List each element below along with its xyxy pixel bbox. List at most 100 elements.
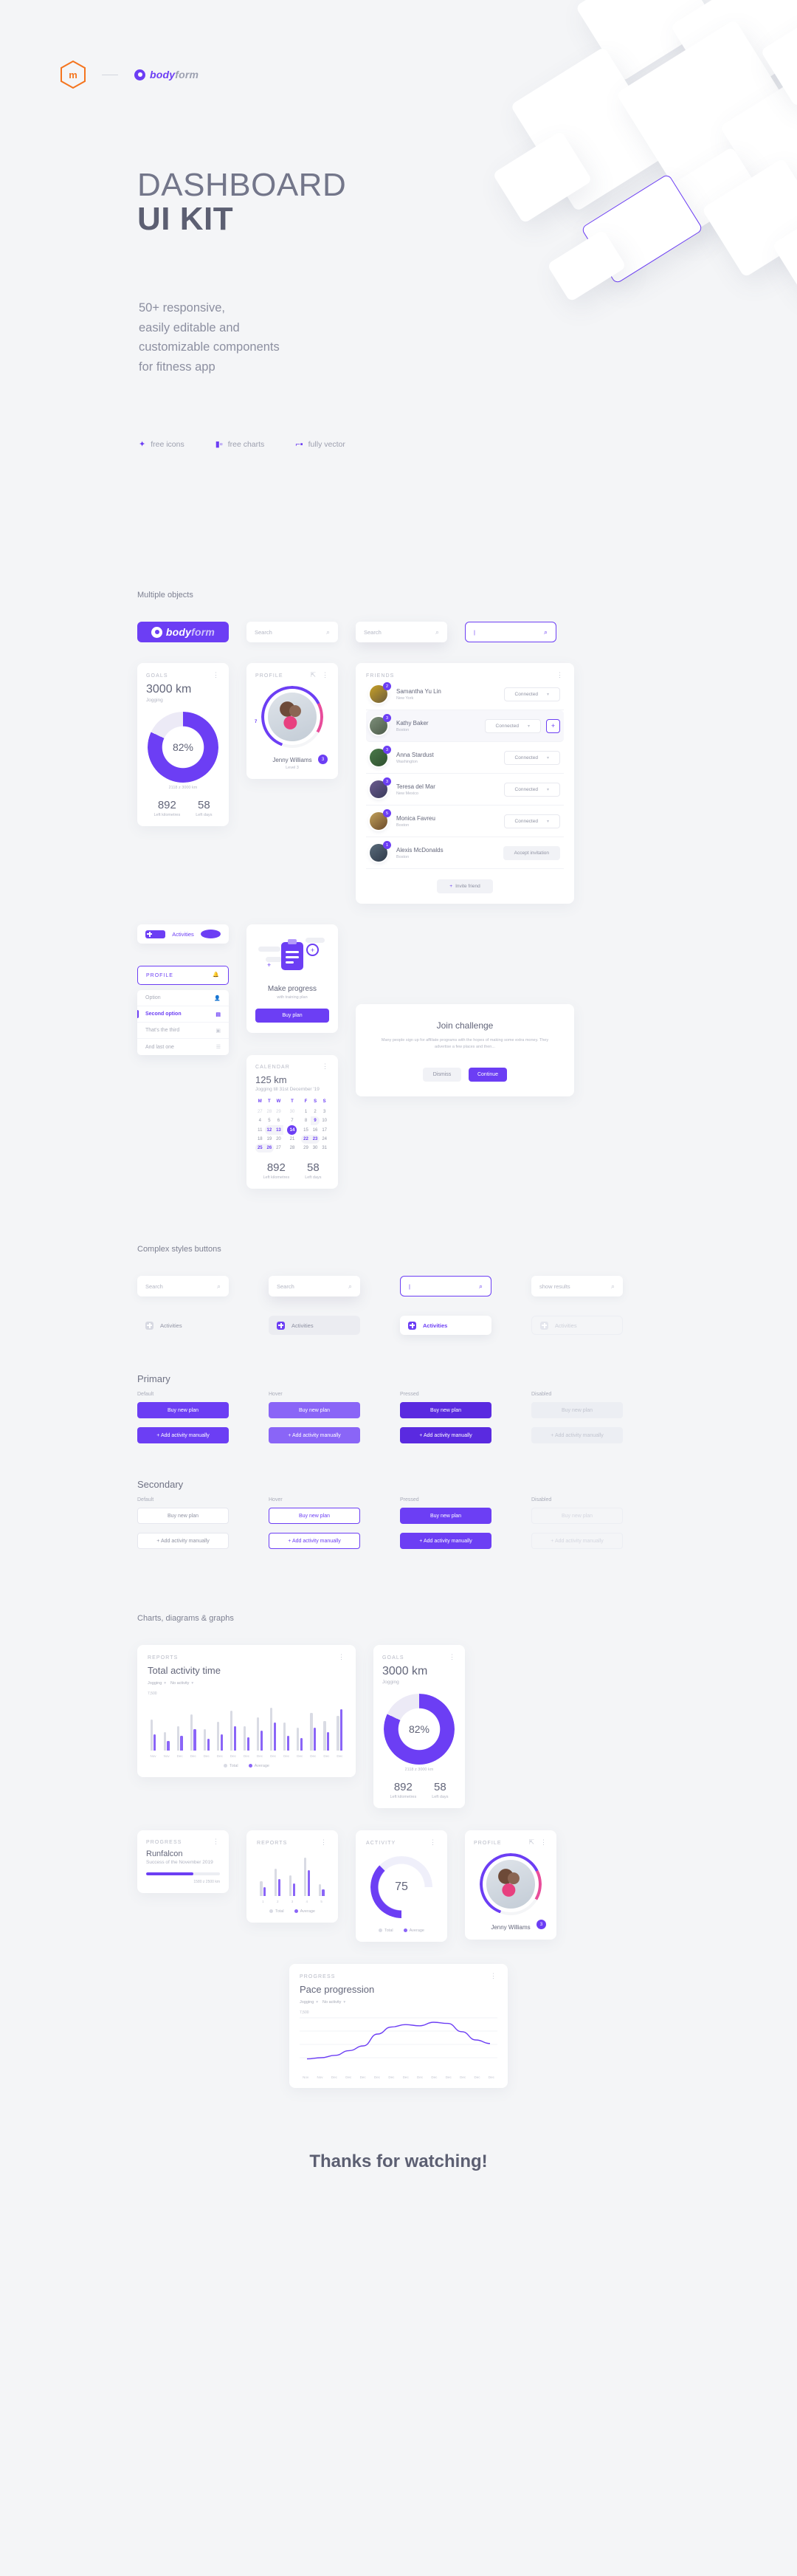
- calendar-day[interactable]: 31: [320, 1144, 329, 1153]
- table-row[interactable]: 1 Alexis McDonalds Boston Accept invitation: [366, 837, 564, 869]
- more-options-icon[interactable]: ⋮: [213, 672, 220, 679]
- calendar-day[interactable]: 9: [310, 1116, 320, 1125]
- calendar-day[interactable]: 2: [311, 1107, 320, 1116]
- search-input-hover[interactable]: Search ⌕: [269, 1276, 360, 1296]
- more-options-icon[interactable]: ⋮: [338, 1654, 345, 1660]
- add-activity-button-default[interactable]: + Add activity manually: [137, 1427, 229, 1443]
- calendar-day[interactable]: 3: [320, 1107, 329, 1116]
- chip-no-activity[interactable]: No activity ▾: [170, 1681, 193, 1686]
- menu-item[interactable]: And last one ☰: [137, 1039, 229, 1055]
- more-options-icon[interactable]: ⋮: [322, 672, 329, 679]
- invite-friend-button[interactable]: + Invite friend: [437, 879, 493, 893]
- calendar-day[interactable]: 26: [264, 1144, 275, 1153]
- buy-plan-button-pressed[interactable]: Buy new plan: [400, 1402, 491, 1418]
- more-options-icon[interactable]: ⋮: [320, 1839, 328, 1846]
- calendar-day[interactable]: 23: [310, 1135, 320, 1144]
- search-input-default[interactable]: Search ⌕: [246, 622, 338, 642]
- calendar-grid[interactable]: M T W T F S S 27 28 29 30 1 2 3 4 5 6 7 8 9 10 11 12 13 14 15 16 17…: [255, 1099, 329, 1153]
- calendar-day[interactable]: 11: [255, 1125, 265, 1135]
- calendar-day[interactable]: 15: [301, 1125, 311, 1135]
- search-input-focused[interactable]: | ⌕: [465, 622, 556, 642]
- menu-item[interactable]: Option 👤: [137, 990, 229, 1006]
- calendar-day[interactable]: 29: [301, 1144, 311, 1153]
- add-activity-button-pressed[interactable]: + Add activity manually: [400, 1427, 491, 1443]
- bell-icon[interactable]: 🔔: [213, 972, 220, 978]
- buy-plan-button-default[interactable]: Buy new plan: [137, 1402, 229, 1418]
- add-activity-secondary-hover[interactable]: + Add activity manually: [269, 1533, 360, 1549]
- add-activity-secondary-default[interactable]: + Add activity manually: [137, 1533, 229, 1549]
- table-row[interactable]: 5 Monica Favreu Boston Connected ▾: [366, 806, 564, 837]
- search-input-disabled[interactable]: show results ⌕: [531, 1276, 623, 1296]
- calendar-day[interactable]: 27: [255, 1107, 265, 1116]
- accept-invitation-button[interactable]: Accept invitation: [503, 845, 560, 860]
- calendar-day[interactable]: 30: [311, 1144, 320, 1153]
- table-row[interactable]: 2 Samantha Yu Lin New York Connected ▾: [366, 679, 564, 710]
- chart-filter-chips[interactable]: Jogging ▾ No activity ▾: [300, 2000, 497, 2005]
- calendar-day[interactable]: 12: [264, 1125, 275, 1135]
- calendar-day[interactable]: 20: [274, 1135, 283, 1144]
- calendar-day[interactable]: 21: [283, 1135, 301, 1144]
- more-options-icon[interactable]: ⋮: [322, 1063, 329, 1070]
- buy-plan-secondary-hover[interactable]: Buy new plan: [269, 1508, 360, 1524]
- calendar-day[interactable]: 7: [283, 1116, 301, 1125]
- calendar-day[interactable]: 14: [283, 1125, 301, 1135]
- calendar-day[interactable]: 29: [274, 1107, 283, 1116]
- chart-filter-chips[interactable]: Jogging ▾ No activity ▾: [148, 1681, 345, 1686]
- chip-jogging[interactable]: Jogging ▾: [300, 2000, 318, 2005]
- dropdown-trigger[interactable]: PROFILE 🔔: [137, 966, 229, 985]
- more-options-icon[interactable]: ⋮: [490, 1973, 497, 1979]
- buy-plan-secondary-pressed[interactable]: Buy new plan: [400, 1508, 491, 1524]
- chip-jogging[interactable]: Jogging ▾: [148, 1681, 166, 1686]
- calendar-day[interactable]: 28: [283, 1144, 301, 1153]
- more-options-icon[interactable]: ⋮: [449, 1654, 456, 1660]
- calendar-day[interactable]: 19: [265, 1135, 275, 1144]
- expand-icon[interactable]: ⇱: [528, 1839, 535, 1846]
- more-options-icon[interactable]: ⋮: [556, 672, 564, 679]
- expand-icon[interactable]: ⇱: [310, 672, 317, 679]
- calendar-day[interactable]: 18: [255, 1135, 265, 1144]
- table-row[interactable]: 3 Teresa del Mar New Mexico Connected ▾: [366, 774, 564, 806]
- calendar-day[interactable]: 22: [301, 1135, 311, 1144]
- connected-dropdown[interactable]: Connected ▾: [503, 814, 560, 828]
- activities-button-hover[interactable]: Activities: [269, 1316, 360, 1335]
- calendar-day[interactable]: 10: [320, 1116, 329, 1125]
- connected-dropdown[interactable]: Connected ▾: [503, 750, 560, 765]
- calendar-day[interactable]: 5: [265, 1116, 275, 1125]
- chip-no-activity[interactable]: No activity ▾: [322, 2000, 345, 2005]
- calendar-day[interactable]: 6: [274, 1116, 283, 1125]
- add-activity-secondary-pressed[interactable]: + Add activity manually: [400, 1533, 491, 1549]
- menu-item[interactable]: That's the third ▣: [137, 1023, 229, 1039]
- calendar-day[interactable]: 25: [255, 1144, 265, 1153]
- search-input-hover[interactable]: Search ⌕: [356, 622, 447, 642]
- menu-item[interactable]: Second option ▤: [137, 1006, 229, 1023]
- more-options-icon[interactable]: ⋮: [213, 1838, 220, 1845]
- activities-button-default[interactable]: Activities: [137, 1316, 229, 1335]
- calendar-day[interactable]: 28: [265, 1107, 275, 1116]
- calendar-day[interactable]: 30: [283, 1107, 301, 1116]
- buy-plan-button-hover[interactable]: Buy new plan: [269, 1402, 360, 1418]
- add-friend-button[interactable]: +: [546, 718, 560, 733]
- activities-button-pressed[interactable]: Activities: [400, 1316, 491, 1335]
- more-options-icon[interactable]: ⋮: [540, 1839, 548, 1846]
- search-input-default[interactable]: Search ⌕: [137, 1276, 229, 1296]
- nav-item-activities[interactable]: Activities 3: [137, 924, 229, 944]
- calendar-day[interactable]: 1: [301, 1107, 311, 1116]
- buy-plan-secondary-default[interactable]: Buy new plan: [137, 1508, 229, 1524]
- table-row[interactable]: 3 Anna Stardust Washington Connected ▾: [366, 742, 564, 774]
- calendar-day[interactable]: 4: [255, 1116, 265, 1125]
- buy-plan-button[interactable]: Buy plan: [255, 1009, 329, 1023]
- connected-dropdown[interactable]: Connected ▾: [503, 782, 560, 797]
- add-activity-button-hover[interactable]: + Add activity manually: [269, 1427, 360, 1443]
- calendar-day[interactable]: 17: [320, 1125, 329, 1135]
- calendar-day[interactable]: 24: [320, 1135, 329, 1144]
- calendar-day[interactable]: 8: [301, 1116, 311, 1125]
- connected-dropdown[interactable]: Connected ▾: [503, 687, 560, 701]
- table-row[interactable]: 3 Kathy Baker Boston Connected ▾ +: [366, 710, 564, 742]
- connected-dropdown[interactable]: Connected ▾: [484, 718, 541, 733]
- calendar-day[interactable]: 13: [274, 1125, 283, 1135]
- dismiss-button[interactable]: Dismiss: [423, 1067, 461, 1082]
- more-options-icon[interactable]: ⋮: [429, 1839, 437, 1846]
- calendar-day[interactable]: 27: [274, 1144, 283, 1153]
- search-input-pressed[interactable]: | ⌕: [400, 1276, 491, 1296]
- continue-button[interactable]: Continue: [469, 1067, 507, 1082]
